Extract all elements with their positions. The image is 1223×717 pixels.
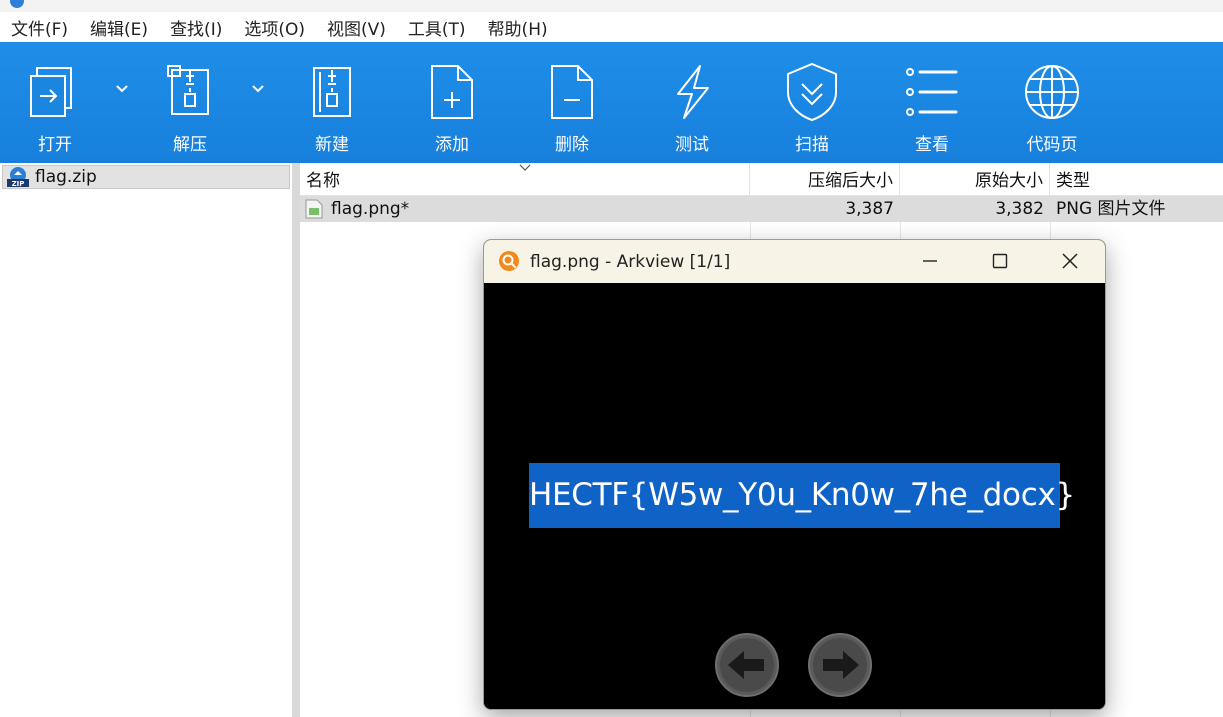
- top-strip: [0, 0, 1223, 12]
- delete-button[interactable]: 删除: [522, 42, 622, 163]
- tree-item-label: flag.zip: [35, 167, 97, 187]
- extract-icon: [167, 65, 209, 115]
- view-button[interactable]: 查看: [882, 42, 982, 163]
- scan-shield-icon: [787, 62, 837, 122]
- scan-button[interactable]: 扫描: [762, 42, 862, 163]
- new-archive-label: 新建: [315, 135, 349, 155]
- image-canvas: HECTF{W5w_Y0u_Kn0w_7he_docx}: [484, 283, 1105, 709]
- pane-splitter[interactable]: [292, 163, 300, 717]
- table-row[interactable]: flag.png* 3,387 3,382 PNG 图片文件: [300, 196, 1223, 222]
- extract-label: 解压: [173, 135, 207, 155]
- zip-icon: ZIP: [7, 167, 29, 188]
- test-label: 测试: [675, 135, 709, 155]
- add-label: 添加: [435, 135, 469, 155]
- column-header-original-size[interactable]: 原始大小: [900, 163, 1050, 195]
- png-file-icon: [305, 199, 323, 219]
- delete-icon: [551, 65, 593, 119]
- arkview-window: flag.png - Arkview [1/1] HECTF{W5w_Y0u_K…: [483, 239, 1106, 710]
- list-header: 名称 压缩后大小 原始大小 类型: [300, 163, 1223, 196]
- open-button[interactable]: 打开: [5, 42, 105, 163]
- new-archive-icon: [313, 67, 351, 117]
- open-dropdown-icon[interactable]: [112, 78, 132, 98]
- menu-bar: 文件(F) 编辑(E) 查找(I) 选项(O) 视图(V) 工具(T) 帮助(H…: [0, 12, 1223, 42]
- column-header-compressed-size[interactable]: 压缩后大小: [750, 163, 900, 195]
- view-list-icon: [906, 68, 958, 116]
- minimize-button[interactable]: [895, 240, 965, 283]
- maximize-icon: [992, 253, 1008, 269]
- cell-name: flag.png*: [331, 199, 410, 219]
- svg-text:ZIP: ZIP: [12, 180, 25, 188]
- arkview-magnifier-icon: [499, 251, 519, 271]
- menu-tools[interactable]: 工具(T): [397, 15, 477, 40]
- codepage-label: 代码页: [1026, 135, 1078, 155]
- maximize-button[interactable]: [965, 240, 1035, 283]
- next-image-button[interactable]: [807, 632, 873, 698]
- new-archive-button[interactable]: 新建: [282, 42, 382, 163]
- toolbar: 打开 解压 新建 添加 删除 测试 扫描 查看 代码页: [0, 42, 1223, 163]
- delete-label: 删除: [555, 135, 589, 155]
- sort-desc-icon: [519, 164, 531, 171]
- add-icon: [431, 65, 473, 119]
- test-icon: [677, 65, 709, 119]
- menu-edit[interactable]: 编辑(E): [79, 15, 159, 40]
- test-button[interactable]: 测试: [642, 42, 742, 163]
- extract-dropdown-icon[interactable]: [248, 78, 268, 98]
- cell-original-size: 3,382: [995, 199, 1044, 219]
- open-icon: [30, 67, 72, 117]
- image-flag-text: HECTF{W5w_Y0u_Kn0w_7he_docx}: [529, 463, 1075, 528]
- menu-file[interactable]: 文件(F): [0, 15, 79, 40]
- open-label: 打开: [38, 135, 72, 155]
- codepage-button[interactable]: 代码页: [1002, 42, 1102, 163]
- minimize-icon: [923, 260, 937, 262]
- cell-compressed-size: 3,387: [845, 199, 894, 219]
- extract-button[interactable]: 解压: [140, 42, 240, 163]
- viewer-titlebar[interactable]: flag.png - Arkview [1/1]: [484, 240, 1105, 283]
- previous-image-button[interactable]: [714, 632, 780, 698]
- menu-find[interactable]: 查找(I): [159, 15, 233, 40]
- menu-view[interactable]: 视图(V): [316, 15, 397, 40]
- close-button[interactable]: [1035, 240, 1105, 283]
- folder-tree: ZIP flag.zip: [0, 163, 292, 717]
- scan-label: 扫描: [795, 135, 829, 155]
- viewer-title: flag.png - Arkview [1/1]: [530, 252, 731, 272]
- add-button[interactable]: 添加: [402, 42, 502, 163]
- cell-type: PNG 图片文件: [1056, 199, 1166, 219]
- column-header-type[interactable]: 类型: [1050, 163, 1223, 195]
- menu-help[interactable]: 帮助(H): [477, 15, 559, 40]
- app-icon: [10, 0, 24, 8]
- view-label: 查看: [915, 135, 949, 155]
- menu-options[interactable]: 选项(O): [233, 15, 316, 40]
- globe-icon: [1025, 65, 1079, 119]
- tree-item-flag-zip[interactable]: ZIP flag.zip: [2, 165, 290, 189]
- close-icon: [1062, 253, 1078, 269]
